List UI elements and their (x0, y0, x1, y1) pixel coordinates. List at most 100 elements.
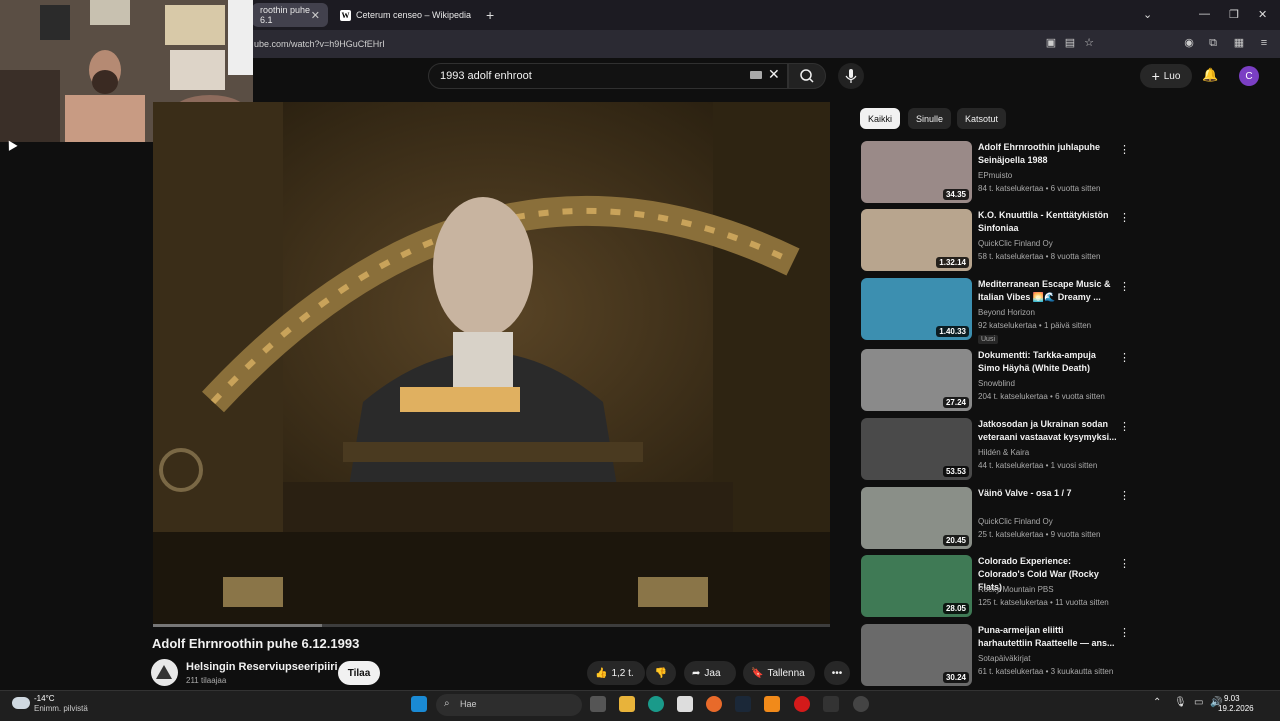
voice-search-button[interactable] (838, 63, 864, 89)
clear-search-icon[interactable]: ✕ (768, 66, 780, 83)
save-button[interactable]: 🔖 Tallenna (743, 661, 815, 685)
video-thumbnail[interactable]: 28.05 (861, 555, 972, 617)
recommendation-item[interactable]: 28.05 Colorado Experience: Colorado's Col… (861, 555, 1131, 619)
picture-in-picture-icon[interactable]: ▣ (1045, 37, 1057, 49)
account-icon[interactable]: ◉ (1183, 37, 1195, 49)
video-thumbnail[interactable]: 27.24 (861, 349, 972, 411)
video-thumbnail[interactable]: 1.40.33 (861, 278, 972, 340)
recommendation-channel[interactable]: Snowblind (978, 379, 1015, 388)
reader-icon[interactable]: ▤ (1064, 37, 1076, 49)
microphone-tray-icon[interactable]: 🎙 (1174, 697, 1187, 708)
recommendation-item[interactable]: 27.24 Dokumentti: Tarkka-ampuja Simo Häyh… (861, 349, 1131, 413)
channel-avatar[interactable] (151, 659, 178, 686)
video-thumbnail[interactable]: 1.32.14 (861, 209, 972, 271)
like-count: 1,2 t. (611, 667, 634, 679)
video-thumbnail[interactable]: 20.45 (861, 487, 972, 549)
more-actions-button[interactable]: ••• (824, 661, 850, 685)
recommendation-channel[interactable]: Sotapäiväkirjat (978, 654, 1030, 663)
weather-temp[interactable]: -14°C (34, 694, 55, 703)
network-icon[interactable]: ▭ (1194, 697, 1203, 708)
minimize-icon[interactable]: — (1199, 8, 1210, 20)
chip-all[interactable]: Kaikki (860, 108, 901, 129)
tab-label: roothin puhe 6.1 (260, 5, 311, 25)
keyboard-icon[interactable] (750, 71, 762, 79)
new-tab-icon[interactable]: + (486, 7, 494, 23)
extensions-icon[interactable]: ⧉ (1207, 37, 1219, 49)
firefox-icon[interactable] (706, 696, 722, 712)
recommendation-title[interactable]: Adolf Ehrnroothin juhlapuhe Seinäjoella … (978, 141, 1118, 167)
clock-time[interactable]: 9.03 (1224, 694, 1240, 703)
recommendation-item[interactable]: 1.40.33 Mediterranean Escape Music & Ital… (861, 278, 1131, 344)
more-vertical-icon[interactable]: ⋮ (1119, 351, 1130, 364)
tab-wikipedia[interactable]: W Ceterum censeo – Wikipedia (332, 3, 482, 27)
new-badge: Uusi (978, 335, 999, 344)
vlc-icon[interactable] (764, 696, 780, 712)
store-icon[interactable] (677, 696, 693, 712)
recommendation-item[interactable]: 53.53 Jatkosodan ja Ukrainan sodan vetera… (861, 418, 1131, 482)
close-tab-icon[interactable]: ✕ (311, 9, 320, 22)
chip-for-you[interactable]: Sinulle (908, 108, 952, 129)
recommendation-item[interactable]: 1.32.14 K.O. Knuuttila - Kenttätykistön S… (861, 209, 1131, 273)
chip-watched[interactable]: Katsotut (957, 108, 1007, 129)
dislike-button[interactable]: 👎 (646, 661, 676, 685)
recommendation-item[interactable]: 34.35 Adolf Ehrnroothin juhlapuhe Seinäjo… (861, 141, 1131, 205)
menu-icon[interactable]: ≡ (1258, 37, 1270, 49)
video-player[interactable] (153, 102, 830, 624)
notifications-bell-icon[interactable]: 🔔 (1202, 67, 1218, 83)
recommendation-title[interactable]: K.O. Knuuttila - Kenttätykistön Sinfonia… (978, 209, 1118, 235)
file-explorer-icon[interactable] (619, 696, 635, 712)
opera-icon[interactable] (794, 696, 810, 712)
url-text[interactable]: ube.com/watch?v=h9HGuCfEHrI (254, 39, 385, 49)
extension-icon[interactable]: ▦ (1233, 37, 1245, 49)
recommendation-title[interactable]: Väinö Valve - osa 1 / 7 (978, 487, 1118, 500)
share-button[interactable]: ➦ Jaa (684, 661, 736, 685)
video-thumbnail[interactable]: 53.53 (861, 418, 972, 480)
channel-name[interactable]: Helsingin Reserviupseeripiiri (186, 661, 338, 673)
weather-cloud-icon[interactable] (12, 697, 30, 709)
recommendation-item[interactable]: 20.45 Väinö Valve - osa 1 / 7 QuickClic Fi… (861, 487, 1131, 551)
task-view-icon[interactable] (590, 696, 606, 712)
weather-desc[interactable]: Enimm. pilvistä (34, 704, 88, 713)
recommendation-title[interactable]: Mediterranean Escape Music & Italian Vib… (978, 278, 1118, 304)
more-vertical-icon[interactable]: ⋮ (1119, 143, 1130, 156)
more-vertical-icon[interactable]: ⋮ (1119, 557, 1130, 570)
avatar[interactable]: C (1239, 66, 1259, 86)
more-vertical-icon[interactable]: ⋮ (1119, 489, 1130, 502)
more-vertical-icon[interactable]: ⋮ (1119, 626, 1130, 639)
create-button[interactable]: + Luo (1140, 64, 1192, 88)
maximize-icon[interactable]: ❐ (1229, 8, 1239, 21)
share-label: Jaa (704, 667, 721, 679)
terminal-icon[interactable] (823, 696, 839, 712)
recommendation-channel[interactable]: EPmuisto (978, 171, 1012, 180)
more-vertical-icon[interactable]: ⋮ (1119, 211, 1130, 224)
recommendation-meta: 204 t. katselukertaa • 6 vuotta sitten (978, 392, 1105, 401)
recommendation-channel[interactable]: Rocky Mountain PBS (978, 585, 1054, 594)
taskbar-search[interactable] (436, 694, 582, 716)
recommendation-channel[interactable]: Hildén & Kaira (978, 448, 1029, 457)
video-thumbnail[interactable]: 30.24 (861, 624, 972, 686)
obs-icon[interactable] (853, 696, 869, 712)
steam-icon[interactable] (735, 696, 751, 712)
bookmark-star-icon[interactable]: ☆ (1083, 37, 1095, 49)
clock-date[interactable]: 19.2.2026 (1218, 704, 1254, 713)
tab-youtube[interactable]: roothin puhe 6.1 ✕ (252, 3, 328, 27)
close-window-icon[interactable]: ✕ (1258, 8, 1267, 21)
recommendation-title[interactable]: Jatkosodan ja Ukrainan sodan veteraani v… (978, 418, 1118, 444)
edge-icon[interactable] (648, 696, 664, 712)
recommendation-channel[interactable]: QuickClic Finland Oy (978, 239, 1053, 248)
recommendation-title[interactable]: Puna-armeijan eliitti harhautettiin Raat… (978, 624, 1118, 650)
search-button[interactable] (788, 63, 826, 89)
chevron-down-icon[interactable]: ⌄ (1143, 8, 1152, 21)
tray-chevron-icon[interactable]: ⌃ (1153, 697, 1161, 708)
recommendation-channel[interactable]: QuickClic Finland Oy (978, 517, 1053, 526)
more-vertical-icon[interactable]: ⋮ (1119, 420, 1130, 433)
search-query[interactable]: 1993 adolf enhroot (440, 70, 532, 82)
recommendation-title[interactable]: Dokumentti: Tarkka-ampuja Simo Häyhä (Wh… (978, 349, 1118, 375)
video-thumbnail[interactable]: 34.35 (861, 141, 972, 203)
subscribe-button[interactable]: Tilaa (338, 661, 380, 685)
recommendation-item[interactable]: 30.24 Puna-armeijan eliitti harhautettiin… (861, 624, 1131, 688)
like-button[interactable]: 👍 1,2 t. (587, 661, 645, 685)
recommendation-channel[interactable]: Beyond Horizon (978, 308, 1035, 317)
more-vertical-icon[interactable]: ⋮ (1119, 280, 1130, 293)
windows-start-icon[interactable] (411, 696, 427, 712)
